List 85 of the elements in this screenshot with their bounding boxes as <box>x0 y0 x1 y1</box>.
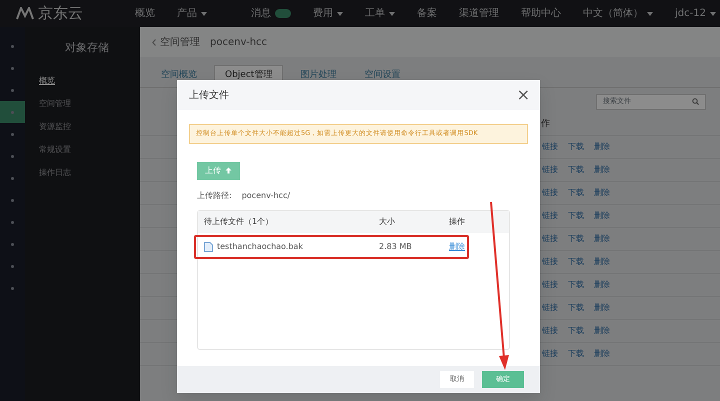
delete-link[interactable]: 删除 <box>449 240 465 253</box>
action-link[interactable]: 下载 <box>568 140 584 152</box>
upload-icon <box>225 167 232 174</box>
dot-icon <box>11 286 14 290</box>
file-icon <box>204 242 213 252</box>
nav-link[interactable]: 费用 <box>313 6 343 21</box>
action-link[interactable]: 下载 <box>568 186 584 198</box>
file-size: 2.83 MB <box>379 240 413 253</box>
file-name: testhanchaochao.bak <box>217 240 303 253</box>
sidebar-title: 对象存储 <box>64 40 110 56</box>
nav-link[interactable]: 消息 <box>251 6 291 21</box>
sidebar-item[interactable]: 空间管理 <box>25 92 140 114</box>
action-link[interactable]: 链接 <box>542 324 558 336</box>
caret-icon <box>710 12 716 16</box>
dialog-title: 上传文件 <box>189 88 229 102</box>
nav-link[interactable]: 中文（简体） <box>583 6 653 21</box>
action-link[interactable]: 删除 <box>594 164 610 176</box>
column-header: 操作 <box>449 216 465 228</box>
action-link[interactable]: 删除 <box>594 256 610 268</box>
dot-icon <box>11 132 14 136</box>
caret-icon <box>647 12 653 16</box>
nav-link[interactable]: 概览 <box>135 6 155 21</box>
nav-link[interactable]: 备案 <box>417 6 437 21</box>
nav-link[interactable]: 产品 <box>177 6 207 21</box>
dot-icon <box>11 264 14 268</box>
action-link[interactable]: 删除 <box>594 302 610 314</box>
action-link[interactable]: 链接 <box>542 302 558 314</box>
action-link[interactable]: 删除 <box>594 278 610 290</box>
action-link[interactable]: 链接 <box>542 164 558 176</box>
column-header: 作 <box>541 118 550 132</box>
action-link[interactable]: 下载 <box>568 324 584 336</box>
action-link[interactable]: 链接 <box>542 348 558 360</box>
sidebar-item[interactable]: 资源监控 <box>25 114 140 138</box>
nav-link[interactable]: 帮助中心 <box>521 6 561 21</box>
dot-icon <box>11 220 14 224</box>
action-link[interactable]: 下载 <box>568 232 584 244</box>
action-link[interactable]: 删除 <box>594 210 610 222</box>
dot-icon <box>11 154 14 158</box>
action-link[interactable]: 删除 <box>594 140 610 152</box>
action-link[interactable]: 链接 <box>542 210 558 222</box>
action-link[interactable]: 下载 <box>568 164 584 176</box>
action-link[interactable]: 下载 <box>568 302 584 314</box>
breadcrumb-current: pocenv-hcc <box>210 36 268 50</box>
action-link[interactable]: 下载 <box>568 348 584 360</box>
action-link[interactable]: 下载 <box>568 210 584 222</box>
action-link[interactable]: 链接 <box>542 256 558 268</box>
sidebar-item[interactable]: 概览 <box>25 68 140 92</box>
dot-icon <box>11 66 14 70</box>
search-icon <box>692 98 699 105</box>
nav-link[interactable]: 渠道管理 <box>459 6 499 21</box>
dot-icon <box>11 88 14 92</box>
dot-icon <box>11 198 14 202</box>
path-value: pocenv-hcc/ <box>242 190 290 202</box>
caret-icon <box>201 12 207 16</box>
nav-link[interactable]: jdc-12 <box>675 6 716 21</box>
dot-icon <box>11 242 14 246</box>
rail-item[interactable] <box>0 101 25 123</box>
dot-icon <box>11 176 14 180</box>
logo-text: 京东云 <box>38 3 83 24</box>
action-link[interactable]: 链接 <box>542 232 558 244</box>
back-link[interactable]: 空间管理 <box>152 34 200 50</box>
close-button[interactable]: × <box>516 87 530 103</box>
notification-badge <box>275 9 291 18</box>
logo-icon <box>16 7 34 20</box>
action-link[interactable]: 删除 <box>594 186 610 198</box>
action-link[interactable]: 下载 <box>568 256 584 268</box>
path-label: 上传路径: <box>197 190 232 202</box>
sidebar-item[interactable]: 常规设置 <box>25 138 140 160</box>
action-link[interactable]: 链接 <box>542 186 558 198</box>
dot-icon <box>11 44 14 48</box>
nav-link[interactable]: 工单 <box>365 6 395 21</box>
action-link[interactable]: 删除 <box>594 232 610 244</box>
upload-button[interactable]: 上传 <box>197 162 240 180</box>
caret-icon <box>389 12 395 16</box>
caret-icon <box>337 12 343 16</box>
action-link[interactable]: 下载 <box>568 278 584 290</box>
action-link[interactable]: 链接 <box>542 278 558 290</box>
chevron-left-icon <box>152 38 156 46</box>
action-link[interactable]: 链接 <box>542 140 558 152</box>
action-link[interactable]: 删除 <box>594 324 610 336</box>
column-header: 待上传文件（1个） <box>204 216 274 228</box>
column-header: 大小 <box>379 216 396 228</box>
action-link[interactable]: 删除 <box>594 348 610 360</box>
dot-icon <box>11 110 14 114</box>
sidebar-item[interactable]: 操作日志 <box>25 160 140 184</box>
